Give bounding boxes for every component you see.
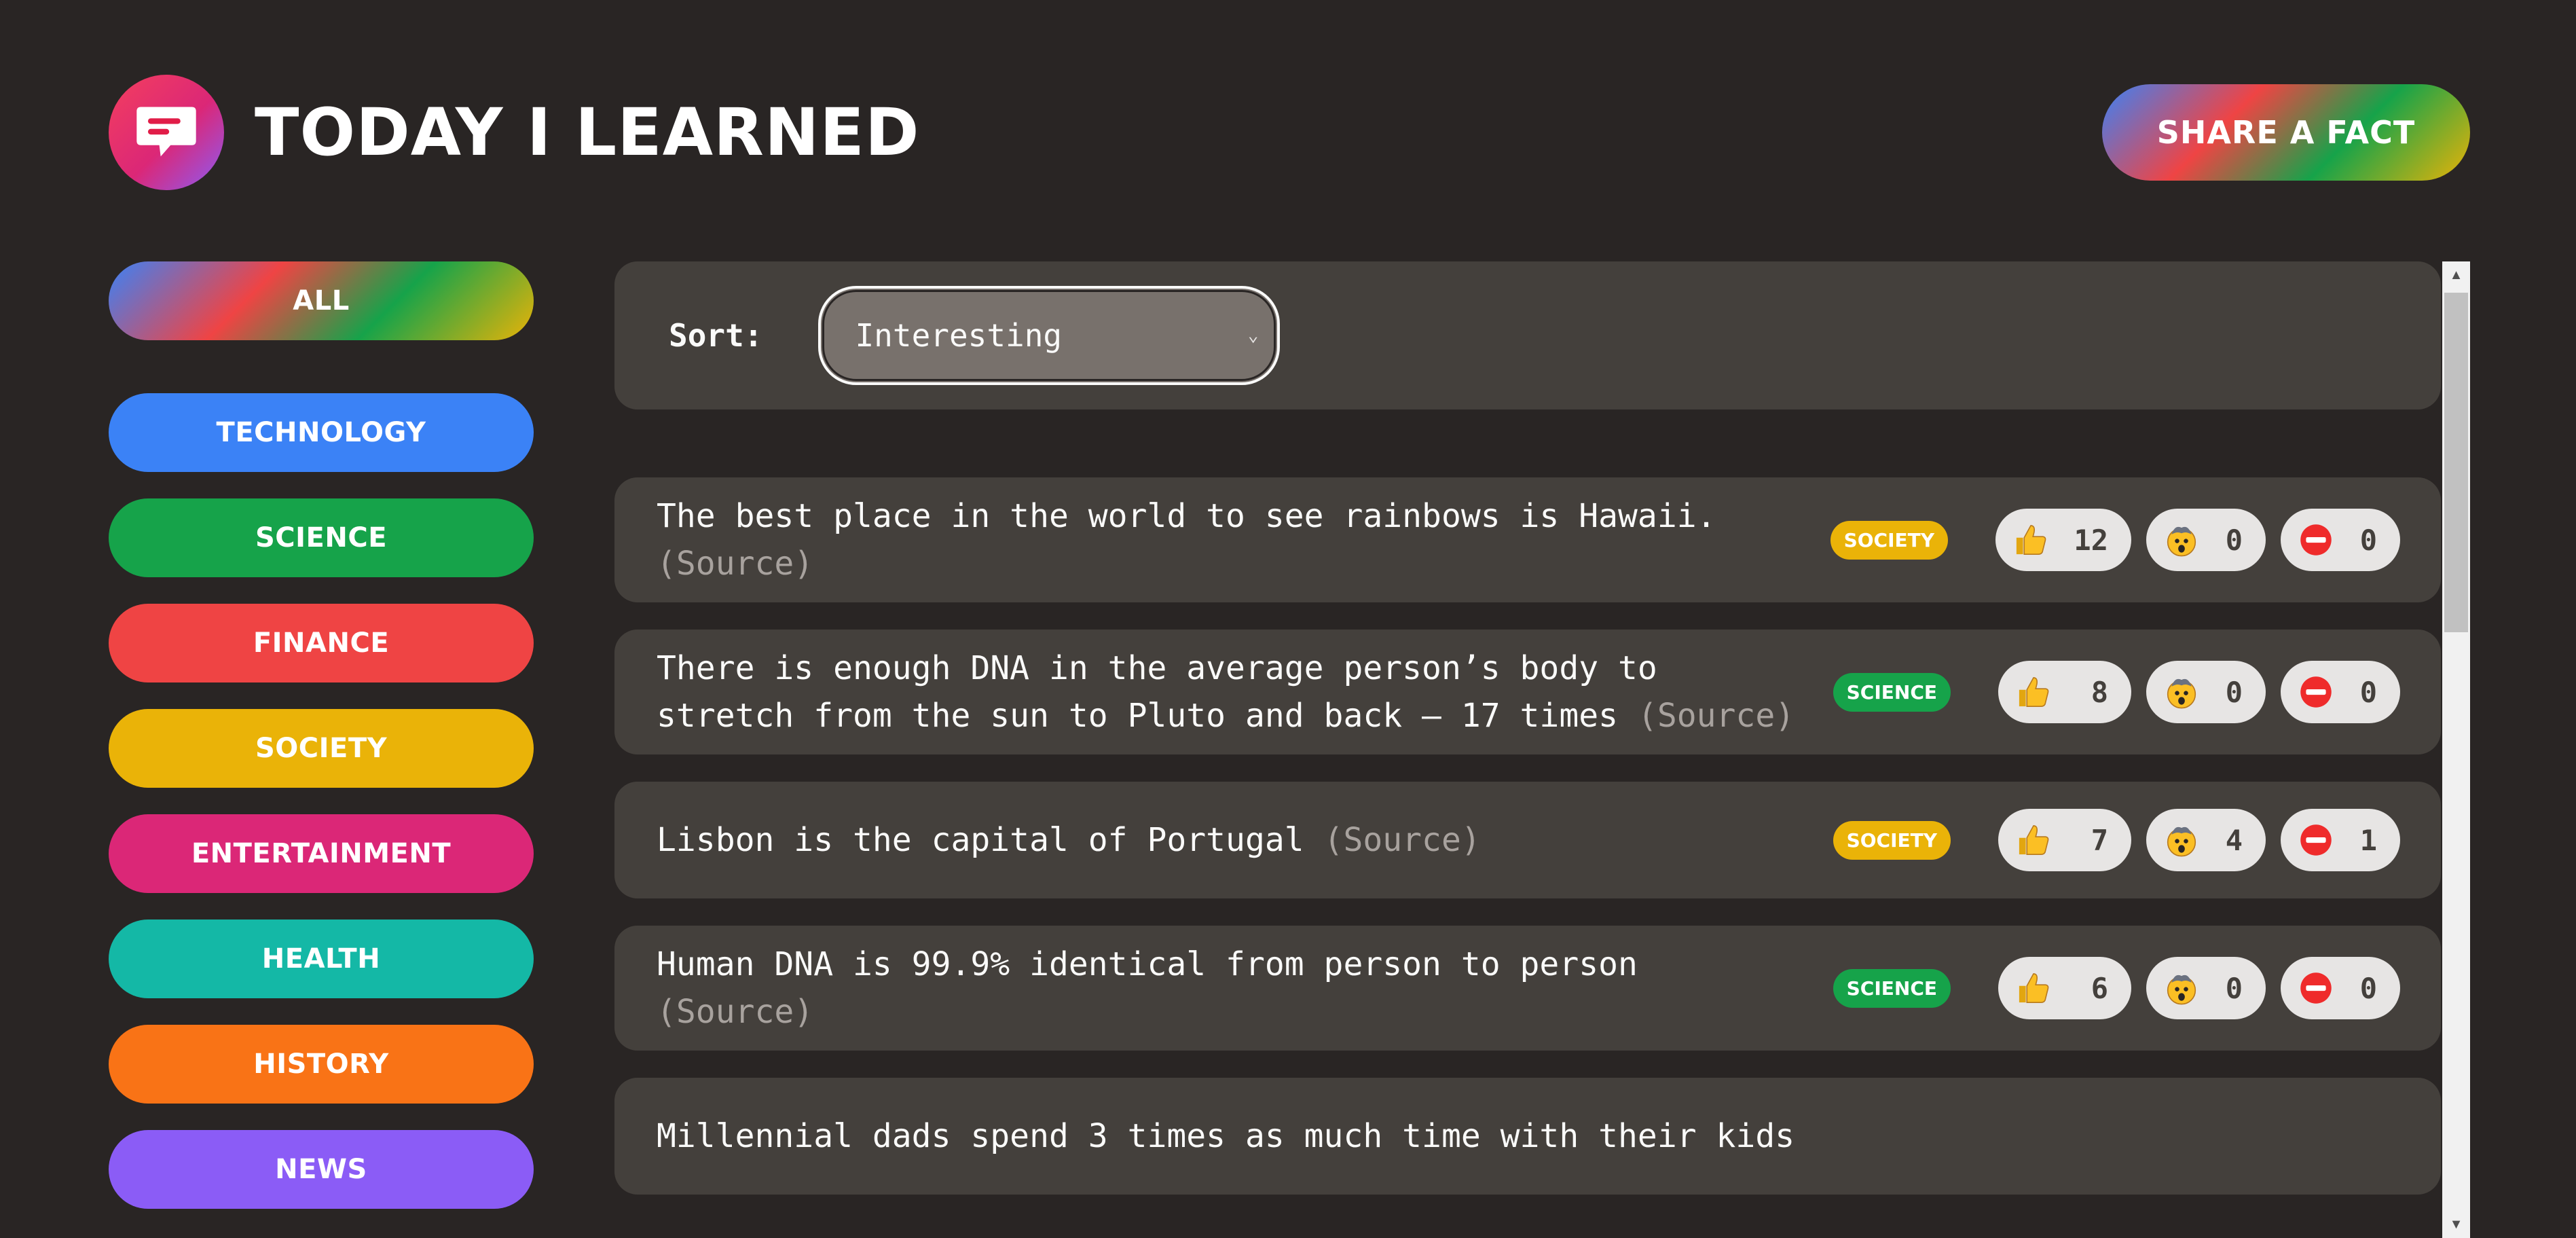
sort-bar: Sort: Interesting ⌄ <box>614 261 2441 409</box>
mindblowing-vote-button[interactable]: 0 <box>2146 661 2266 723</box>
sort-select[interactable]: Interesting ⌄ <box>818 286 1281 385</box>
category-sidebar: All Technology Science Finance Society Enter… <box>109 261 534 1235</box>
vote-count: 0 <box>2359 971 2377 1005</box>
fact-category-tag: Society <box>1830 520 1948 560</box>
fact-text: There is enough DNA in the average perso… <box>657 630 1799 754</box>
fact-category-tag: Society <box>1833 820 1951 860</box>
category-button-entertainment[interactable]: Entertainment <box>109 814 534 893</box>
fact-card: Human DNA is 99.9% identical from person… <box>614 926 2441 1051</box>
false-vote-button[interactable]: 1 <box>2281 809 2400 871</box>
sort-label: Sort: <box>669 317 763 354</box>
no-entry-icon <box>2298 522 2334 558</box>
vote-buttons: 7 4 1 <box>1998 809 2400 871</box>
vote-count: 0 <box>2225 675 2243 709</box>
mind-blown-emoji-icon <box>2164 522 2199 558</box>
mindblowing-vote-button[interactable]: 0 <box>2146 509 2266 571</box>
interesting-vote-button[interactable]: 7 <box>1998 809 2131 871</box>
fact-text: Human DNA is 99.9% identical from person… <box>657 926 1799 1051</box>
share-fact-button[interactable]: Share a fact <box>2102 84 2470 181</box>
vote-buttons: 12 0 0 <box>1995 509 2400 571</box>
thumbs-up-icon <box>2016 674 2051 710</box>
thumbs-up-icon <box>2016 822 2051 858</box>
fact-card: Millennial dads spend 3 times as much ti… <box>614 1078 2441 1195</box>
category-button-society[interactable]: Society <box>109 709 534 788</box>
brand: Today I Learned <box>109 75 920 190</box>
fact-text-content: Lisbon is the capital of Portugal <box>657 821 1304 859</box>
sort-selected-value: Interesting <box>855 317 1063 354</box>
fact-text-content: Human DNA is 99.9% identical from person… <box>657 945 1638 983</box>
vote-count: 1 <box>2359 823 2377 857</box>
thumbs-up-icon <box>2013 522 2048 558</box>
fact-text-content: There is enough DNA in the average perso… <box>657 649 1657 735</box>
interesting-vote-button[interactable]: 12 <box>1995 509 2131 571</box>
category-button-health[interactable]: Health <box>109 920 534 998</box>
fact-category-tag: Science <box>1833 968 1951 1008</box>
mindblowing-vote-button[interactable]: 4 <box>2146 809 2266 871</box>
fact-source-link[interactable]: (Source) <box>1638 697 1795 735</box>
vote-count: 6 <box>2091 971 2108 1005</box>
false-vote-button[interactable]: 0 <box>2281 509 2400 571</box>
mind-blown-emoji-icon <box>2164 970 2199 1006</box>
category-button-news[interactable]: News <box>109 1130 534 1209</box>
fact-text: The best place in the world to see rainb… <box>657 477 1797 602</box>
app-title: Today I Learned <box>255 94 920 170</box>
vote-count: 4 <box>2225 823 2243 857</box>
vote-count: 7 <box>2091 823 2108 857</box>
scrollbar[interactable]: ▲ ▼ <box>2442 261 2470 1238</box>
fact-source-link[interactable]: (Source) <box>1324 821 1481 859</box>
fact-card: The best place in the world to see rainb… <box>614 477 2441 602</box>
scroll-thumb[interactable] <box>2444 293 2468 632</box>
fact-text-content: The best place in the world to see rainb… <box>657 497 1716 535</box>
category-button-finance[interactable]: Finance <box>109 604 534 682</box>
fact-source-link[interactable]: (Source) <box>657 993 813 1031</box>
fact-text: Millennial dads spend 3 times as much ti… <box>657 1097 2400 1175</box>
fact-text: Lisbon is the capital of Portugal (Sourc… <box>657 801 1799 879</box>
fact-list: The best place in the world to see rainb… <box>614 477 2470 1195</box>
speech-bubble-icon <box>136 107 196 157</box>
chevron-down-icon: ⌄ <box>1247 325 1259 346</box>
vote-count: 0 <box>2359 675 2377 709</box>
false-vote-button[interactable]: 0 <box>2281 957 2400 1019</box>
interesting-vote-button[interactable]: 6 <box>1998 957 2131 1019</box>
scroll-up-arrow-icon[interactable]: ▲ <box>2442 261 2470 289</box>
vote-count: 12 <box>2074 523 2108 557</box>
mindblowing-vote-button[interactable]: 0 <box>2146 957 2266 1019</box>
scroll-down-arrow-icon[interactable]: ▼ <box>2442 1211 2470 1238</box>
fact-source-link[interactable]: (Source) <box>657 545 813 583</box>
vote-buttons: 8 0 0 <box>1998 661 2400 723</box>
logo <box>109 75 224 190</box>
fact-card: There is enough DNA in the average perso… <box>614 630 2441 754</box>
false-vote-button[interactable]: 0 <box>2281 661 2400 723</box>
no-entry-icon <box>2298 674 2334 710</box>
no-entry-icon <box>2298 970 2334 1006</box>
category-button-science[interactable]: Science <box>109 498 534 577</box>
vote-count: 8 <box>2091 675 2108 709</box>
vote-count: 0 <box>2359 523 2377 557</box>
vote-buttons: 6 0 0 <box>1998 957 2400 1019</box>
vote-count: 0 <box>2225 971 2243 1005</box>
thumbs-up-icon <box>2016 970 2051 1006</box>
fact-text-content: Millennial dads spend 3 times as much ti… <box>657 1117 1795 1155</box>
vote-count: 0 <box>2225 523 2243 557</box>
mind-blown-emoji-icon <box>2164 822 2199 858</box>
no-entry-icon <box>2298 822 2334 858</box>
app-header: Today I Learned Share a fact <box>109 75 2470 190</box>
interesting-vote-button[interactable]: 8 <box>1998 661 2131 723</box>
category-all-button[interactable]: All <box>109 261 534 340</box>
mind-blown-emoji-icon <box>2164 674 2199 710</box>
category-button-history[interactable]: History <box>109 1025 534 1104</box>
category-button-technology[interactable]: Technology <box>109 393 534 472</box>
fact-card: Lisbon is the capital of Portugal (Sourc… <box>614 782 2441 898</box>
facts-main: Sort: Interesting ⌄ The best place in th… <box>614 261 2470 1238</box>
category-list: Technology Science Finance Society Entertain… <box>109 393 534 1209</box>
fact-category-tag: Science <box>1833 672 1951 712</box>
